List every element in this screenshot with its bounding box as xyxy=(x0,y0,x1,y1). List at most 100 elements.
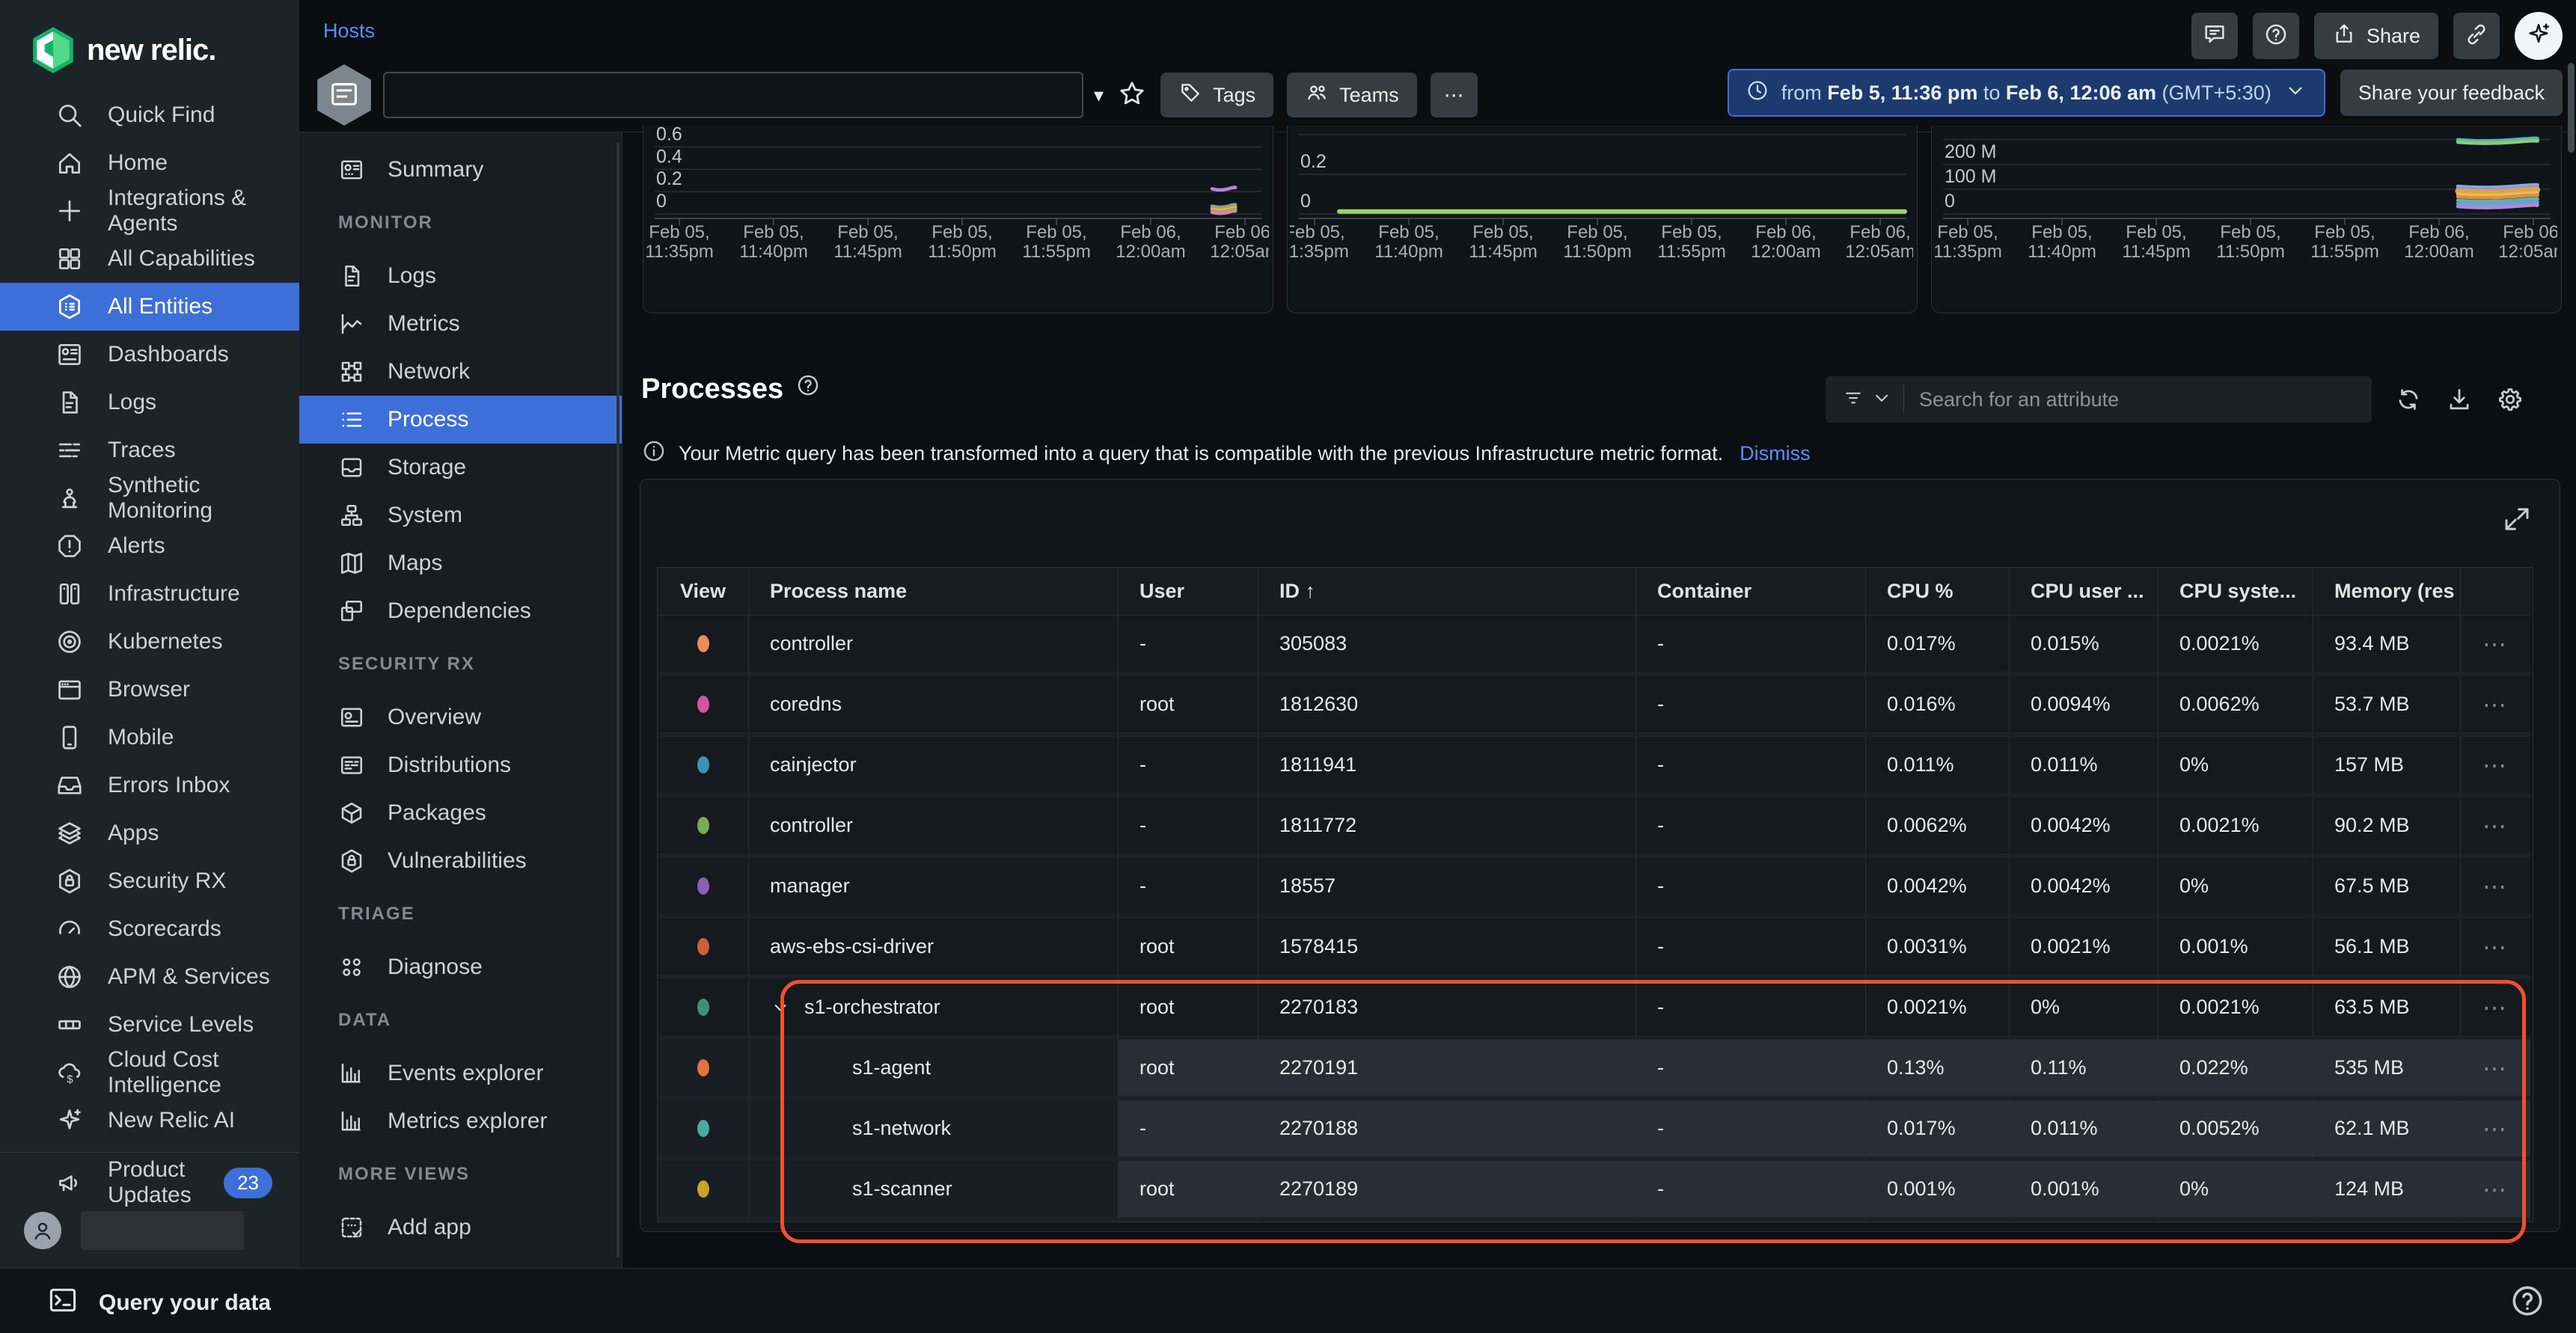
entity-nav-item-dependencies[interactable]: Dependencies xyxy=(299,587,622,635)
cell-view[interactable] xyxy=(658,858,749,919)
chevron-down-icon[interactable] xyxy=(770,997,791,1018)
cell-process-name[interactable]: coredns xyxy=(749,676,1119,737)
entity-nav-item-events-explorer[interactable]: Events explorer xyxy=(299,1049,622,1097)
dismiss-link[interactable]: Dismiss xyxy=(1740,442,1811,465)
entity-nav-scrollbar[interactable] xyxy=(617,143,619,1257)
column-header-cpu[interactable]: CPU % xyxy=(1866,568,2010,616)
new-relic-ai-button[interactable] xyxy=(2515,12,2563,60)
sidebar-item-mobile[interactable]: Mobile xyxy=(0,714,299,762)
sidebar-item-kubernetes[interactable]: Kubernetes xyxy=(0,618,299,666)
row-more-button[interactable]: ⋯ xyxy=(2461,1040,2530,1100)
row-more-button[interactable]: ⋯ xyxy=(2461,676,2530,737)
cell-process-name[interactable]: s1-orchestrator xyxy=(749,979,1119,1040)
column-header-cpu-user[interactable]: CPU user ... xyxy=(2010,568,2159,616)
sidebar-item-alerts[interactable]: Alerts xyxy=(0,522,299,570)
feedback-comment-button[interactable] xyxy=(2191,13,2238,59)
entity-nav-item-system[interactable]: System xyxy=(299,491,622,539)
expand-table-button[interactable] xyxy=(2501,503,2533,535)
settings-gear-button[interactable] xyxy=(2496,385,2524,414)
cell-view[interactable] xyxy=(658,737,749,797)
sidebar-item-new-relic-ai[interactable]: New Relic AI xyxy=(0,1097,299,1144)
row-more-button[interactable]: ⋯ xyxy=(2461,1100,2530,1161)
sidebar-item-integrations-agents[interactable]: Integrations & Agents xyxy=(0,187,299,235)
cell-view[interactable] xyxy=(658,1040,749,1100)
help-circle-button[interactable] xyxy=(2509,1282,2546,1320)
cell-process-name[interactable]: s1-agent xyxy=(749,1040,1119,1100)
sidebar-item-scorecards[interactable]: Scorecards xyxy=(0,905,299,953)
cell-view[interactable] xyxy=(658,919,749,979)
column-header-view[interactable]: View xyxy=(658,568,749,616)
cell-process-name[interactable]: s1-scanner xyxy=(749,1161,1119,1222)
row-more-button[interactable]: ⋯ xyxy=(2461,737,2530,797)
sidebar-item-errors-inbox[interactable]: Errors Inbox xyxy=(0,762,299,809)
sidebar-item-dashboards[interactable]: Dashboards xyxy=(0,331,299,379)
column-header-id[interactable]: ID ↑ xyxy=(1258,568,1636,616)
row-more-button[interactable]: ⋯ xyxy=(2461,919,2530,979)
sidebar-item-logs[interactable]: Logs xyxy=(0,379,299,426)
cell-view[interactable] xyxy=(658,676,749,737)
download-button[interactable] xyxy=(2445,385,2473,414)
sidebar-item-browser[interactable]: Browser xyxy=(0,666,299,714)
column-header-process-name[interactable]: Process name xyxy=(749,568,1119,616)
sidebar-item-all-capabilities[interactable]: All Capabilities xyxy=(0,235,299,283)
column-header-user[interactable]: User xyxy=(1119,568,1258,616)
sidebar-item-traces[interactable]: Traces xyxy=(0,426,299,474)
sidebar-item-home[interactable]: Home xyxy=(0,139,299,187)
entity-nav-item-summary[interactable]: Summary xyxy=(299,146,622,194)
sidebar-item-security-rx[interactable]: Security RX xyxy=(0,857,299,905)
row-more-button[interactable]: ⋯ xyxy=(2461,616,2530,676)
filter-button[interactable] xyxy=(1826,387,1903,413)
entity-nav-item-diagnose[interactable]: Diagnose xyxy=(299,943,622,991)
cell-view[interactable] xyxy=(658,797,749,858)
entity-nav-item-logs[interactable]: Logs xyxy=(299,252,622,300)
entity-nav-item-overview[interactable]: Overview xyxy=(299,693,622,741)
refresh-button[interactable] xyxy=(2394,385,2423,414)
sidebar-item-infrastructure[interactable]: Infrastructure xyxy=(0,570,299,618)
row-more-button[interactable]: ⋯ xyxy=(2461,1161,2530,1222)
host-selector-input[interactable] xyxy=(383,72,1083,118)
entity-nav-item-process[interactable]: Process xyxy=(299,396,622,444)
cell-view[interactable] xyxy=(658,979,749,1040)
column-header-memory-res[interactable]: Memory (res xyxy=(2313,568,2461,616)
attribute-search-input[interactable] xyxy=(1904,388,2372,411)
page-scrollbar[interactable] xyxy=(2568,63,2575,153)
account-row[interactable] xyxy=(0,1207,299,1254)
share-feedback-button[interactable]: Share your feedback xyxy=(2340,70,2563,116)
sidebar-item-quick-find[interactable]: Quick Find xyxy=(0,91,299,139)
cell-process-name[interactable]: controller xyxy=(749,616,1119,676)
sidebar-item-cloud-cost-intelligence[interactable]: $ Cloud Cost Intelligence xyxy=(0,1049,299,1097)
cell-process-name[interactable]: controller xyxy=(749,797,1119,858)
cell-process-name[interactable]: s1-network xyxy=(749,1100,1119,1161)
row-more-button[interactable]: ⋯ xyxy=(2461,979,2530,1040)
cell-view[interactable] xyxy=(658,616,749,676)
entity-nav-item-packages[interactable]: Packages xyxy=(299,789,622,837)
column-header-container[interactable]: Container xyxy=(1636,568,1866,616)
column-header-cpu-syste[interactable]: CPU syste... xyxy=(2159,568,2313,616)
chevron-down-icon[interactable]: ▾ xyxy=(1094,84,1104,107)
time-range-picker[interactable]: from Feb 5, 11:36 pm to Feb 6, 12:06 am … xyxy=(1728,69,2325,117)
sidebar-item-product-updates[interactable]: Product Updates 23 xyxy=(0,1159,299,1207)
sidebar-item-apps[interactable]: Apps xyxy=(0,809,299,857)
more-options-button[interactable]: ⋯ xyxy=(1431,73,1478,117)
breadcrumb[interactable]: Hosts xyxy=(323,19,375,43)
share-button[interactable]: Share xyxy=(2314,13,2438,59)
copy-link-button[interactable] xyxy=(2453,13,2500,59)
tags-button[interactable]: Tags xyxy=(1160,73,1273,117)
teams-button[interactable]: Teams xyxy=(1287,73,1417,117)
entity-nav-item-storage[interactable]: Storage xyxy=(299,444,622,491)
entity-nav-item-metrics-explorer[interactable]: Metrics explorer xyxy=(299,1097,622,1145)
row-more-button[interactable]: ⋯ xyxy=(2461,797,2530,858)
query-your-data-button[interactable]: Query your data xyxy=(46,1284,271,1323)
entity-nav-item-maps[interactable]: Maps xyxy=(299,539,622,587)
sidebar-item-synthetic-monitoring[interactable]: Synthetic Monitoring xyxy=(0,474,299,522)
cell-view[interactable] xyxy=(658,1161,749,1222)
help-button[interactable] xyxy=(2253,13,2299,59)
sidebar-item-all-entities[interactable]: All Entities xyxy=(0,283,299,331)
entity-nav-item-network[interactable]: Network xyxy=(299,348,622,396)
sidebar-item-apm-services[interactable]: APM & Services xyxy=(0,953,299,1001)
cell-view[interactable] xyxy=(658,1100,749,1161)
new-relic-logo[interactable]: new relic. xyxy=(0,0,299,75)
entity-nav-item-distributions[interactable]: Distributions xyxy=(299,741,622,789)
cell-process-name[interactable]: cainjector xyxy=(749,737,1119,797)
help-circle-icon[interactable] xyxy=(795,373,821,405)
